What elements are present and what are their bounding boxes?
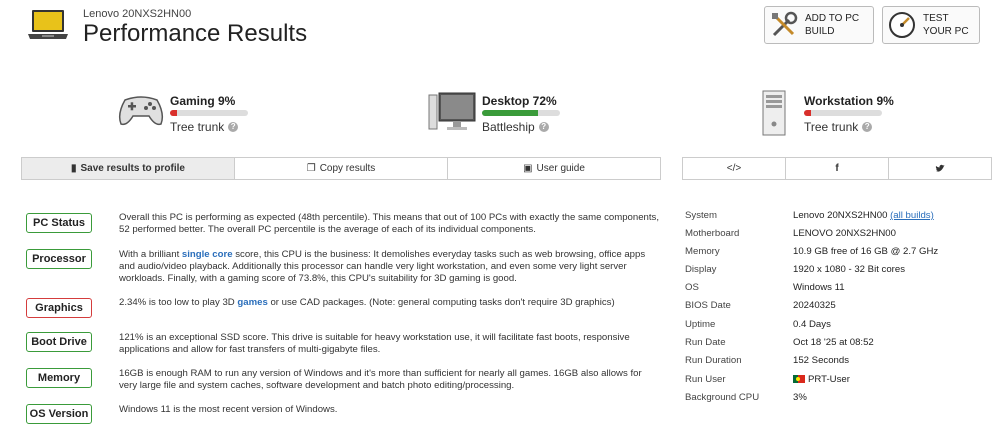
facebook-icon: f [835, 163, 839, 174]
model-name: Lenovo 20NXS2HN00 [83, 8, 192, 20]
info-value: 0.4 Days [793, 319, 831, 330]
facebook-share-button[interactable]: f [786, 158, 889, 179]
info-value: 152 Seconds [793, 355, 850, 366]
info-key: System [685, 210, 717, 221]
add-to-pc-build-button[interactable]: ADD TO PC BUILD [764, 6, 874, 44]
boot-drive-label: Boot Drive [31, 336, 87, 348]
processor-text-a: With a brilliant [119, 249, 182, 260]
bookmark-icon: ▮ [71, 163, 77, 174]
run-user-value: PRT-User [808, 374, 850, 385]
info-key: Motherboard [685, 228, 740, 239]
info-key: Run Date [685, 337, 726, 348]
workstation-rating: Tree trunk? [804, 120, 873, 134]
graphics-description: 2.34% is too low to play 3D games or use… [119, 297, 659, 309]
info-value: Oct 18 '25 at 08:52 [793, 337, 874, 348]
info-key: Background CPU [685, 392, 760, 403]
monitor-icon [428, 92, 476, 130]
boot-drive-button[interactable]: Boot Drive [26, 332, 92, 352]
all-builds-link[interactable]: (all builds) [890, 210, 934, 221]
info-value: 20240325 [793, 300, 836, 311]
memory-button[interactable]: Memory [26, 368, 92, 388]
desktop-score-bar [482, 110, 560, 116]
page-title: Performance Results [83, 20, 308, 47]
os-version-button[interactable]: OS Version [26, 404, 92, 424]
copy-results-button[interactable]: ❐ Copy results [235, 158, 448, 179]
info-value: Windows 11 [793, 282, 845, 293]
workstation-rating-text: Tree trunk [804, 120, 859, 134]
gamepad-icon [118, 96, 164, 126]
info-key: Run User [685, 374, 726, 385]
system-value: Lenovo 20NXS2HN00 [793, 210, 888, 221]
os-version-label: OS Version [29, 408, 89, 420]
help-icon[interactable]: ? [862, 122, 873, 132]
tools-icon [772, 11, 798, 37]
workstation-score-label: Workstation 9% [804, 94, 894, 108]
embed-button[interactable]: </> [683, 158, 786, 179]
portugal-flag-icon [793, 375, 805, 384]
boot-drive-description: 121% is an exceptional SSD score. This d… [119, 332, 630, 355]
info-key: BIOS Date [685, 300, 731, 311]
info-key: Run Duration [685, 355, 742, 366]
gaming-score-label: Gaming 9% [170, 94, 236, 108]
user-guide-button[interactable]: ▣ User guide [448, 158, 660, 179]
os-version-description: Windows 11 is the most recent version of… [119, 404, 338, 415]
desktop-rating-text: Battleship [482, 120, 535, 134]
info-key: Display [685, 264, 717, 275]
workstation-score-bar [804, 110, 882, 116]
info-value: 10.9 GB free of 16 GB @ 2.7 GHz [793, 246, 939, 257]
book-icon: ▣ [523, 163, 533, 174]
info-value: 1920 x 1080 - 32 Bit cores [793, 264, 905, 275]
help-icon[interactable]: ? [538, 122, 549, 132]
add-to-pc-label-2: BUILD [805, 26, 835, 37]
gauge-icon [889, 12, 915, 38]
graphics-button[interactable]: Graphics [26, 298, 92, 318]
save-results-button[interactable]: ▮ Save results to profile [22, 158, 235, 179]
help-icon[interactable]: ? [228, 122, 239, 132]
test-label: TEST [923, 13, 949, 24]
info-value: 3% [793, 392, 807, 403]
info-value: Lenovo 20NXS2HN00 (all builds) [793, 210, 934, 221]
info-key: Memory [685, 246, 720, 257]
processor-button[interactable]: Processor [26, 249, 92, 269]
gaming-score-bar [170, 110, 248, 116]
code-icon: </> [726, 163, 742, 174]
copy-icon: ❐ [306, 163, 316, 174]
results-action-bar: ▮ Save results to profile ❐ Copy results ▣… [21, 157, 661, 180]
info-value: LENOVO 20NXS2HN00 [793, 228, 896, 239]
games-link[interactable]: games [237, 297, 267, 308]
add-to-pc-label: ADD TO PC [805, 13, 860, 24]
graphics-text-b: or use CAD packages. (Note: general comp… [267, 297, 615, 308]
graphics-label: Graphics [35, 302, 83, 314]
pc-status-label: PC Status [33, 217, 85, 229]
user-guide-label: User guide [536, 163, 585, 174]
tower-pc-icon [762, 90, 786, 136]
gaming-rating: Tree trunk? [170, 120, 239, 134]
copy-results-label: Copy results [319, 163, 376, 174]
desktop-score-label: Desktop 72% [482, 94, 557, 108]
pc-status-description: Overall this PC is performing as expecte… [119, 212, 659, 235]
test-label-2: YOUR PC [923, 26, 969, 37]
info-key: Uptime [685, 319, 716, 330]
laptop-icon [28, 10, 68, 39]
graphics-text-a: 2.34% is too low to play 3D [119, 297, 238, 308]
share-bar: </> f [682, 157, 992, 180]
test-your-pc-button[interactable]: TEST YOUR PC [882, 6, 980, 44]
memory-description: 16GB is enough RAM to run any version of… [119, 368, 642, 391]
pc-status-button[interactable]: PC Status [26, 213, 92, 233]
gaming-rating-text: Tree trunk [170, 120, 225, 134]
processor-label: Processor [32, 253, 86, 265]
info-key: OS [685, 282, 699, 293]
single-core-link[interactable]: single core [182, 249, 233, 260]
info-value: PRT-User [793, 374, 850, 385]
twitter-share-button[interactable] [889, 158, 991, 179]
desktop-rating: Battleship? [482, 120, 549, 134]
save-results-label: Save results to profile [80, 163, 185, 174]
processor-description: With a brilliant single core score, this… [119, 249, 659, 285]
memory-label: Memory [37, 372, 81, 384]
twitter-icon [935, 164, 945, 172]
